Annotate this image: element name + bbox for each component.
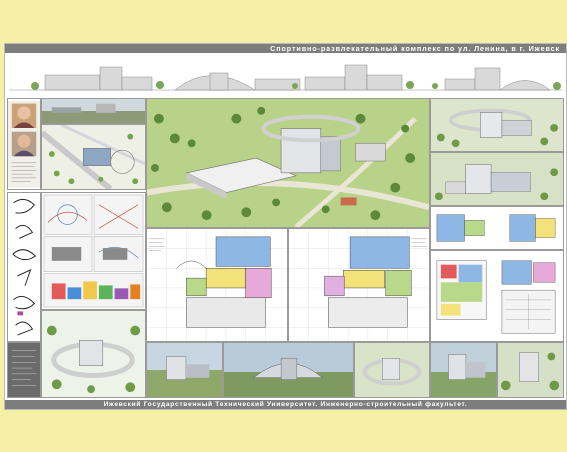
sketches-column — [7, 192, 41, 342]
building-render-icon — [147, 343, 222, 397]
poster-footer: Ижевский Государственный Технический Уни… — [103, 401, 468, 408]
render-bottom-5 — [497, 342, 564, 398]
building-render-icon — [498, 343, 563, 397]
render-right-top — [430, 98, 564, 152]
poster-title-band: Спортивно-развлекательный комплекс по ул… — [5, 44, 566, 53]
site-plan-icon — [42, 125, 145, 189]
poster-footer-band: Ижевский Государственный Технический Уни… — [5, 400, 566, 409]
facade-elevations-strip — [5, 53, 566, 97]
poster-title: Спортивно-развлекательный комплекс по ул… — [270, 44, 560, 53]
analysis-diagrams-panel — [41, 192, 146, 310]
building-render-icon — [147, 99, 429, 227]
author-photos-panel — [7, 98, 41, 190]
floor-plan-icon — [431, 251, 563, 341]
site-plan-icon — [42, 193, 145, 309]
building-render-icon — [224, 343, 353, 397]
portrait-photo-icon — [8, 100, 40, 188]
building-render-icon — [42, 311, 145, 397]
building-render-icon — [42, 99, 145, 123]
render-right-middle — [430, 152, 564, 206]
info-text-block — [7, 342, 41, 398]
floor-plan-1 — [146, 228, 288, 342]
sketch-figure-icon — [8, 193, 40, 341]
render-bottom-4 — [430, 342, 497, 398]
building-render-icon — [355, 343, 429, 397]
render-bottom-left — [41, 310, 146, 398]
poster-sheet: Спортивно-развлекательный комплекс по ул… — [4, 43, 567, 410]
detail-plans-panel — [430, 250, 564, 342]
render-bottom-1 — [146, 342, 223, 398]
building-render-icon — [431, 343, 496, 397]
floor-plan-icon — [289, 229, 429, 341]
site-plan-panel — [41, 124, 146, 190]
floor-plan-2 — [288, 228, 430, 342]
context-photo-panel — [41, 98, 146, 124]
floor-plan-icon — [147, 229, 287, 341]
floor-plan-icon — [431, 207, 563, 249]
notes-block — [8, 343, 40, 397]
render-bottom-2 — [223, 342, 354, 398]
main-aerial-render — [146, 98, 430, 228]
render-bottom-3 — [354, 342, 430, 398]
building-render-icon — [431, 153, 563, 205]
facade-elevations — [5, 53, 566, 97]
building-render-icon — [431, 99, 563, 151]
small-plans-panel — [430, 206, 564, 250]
